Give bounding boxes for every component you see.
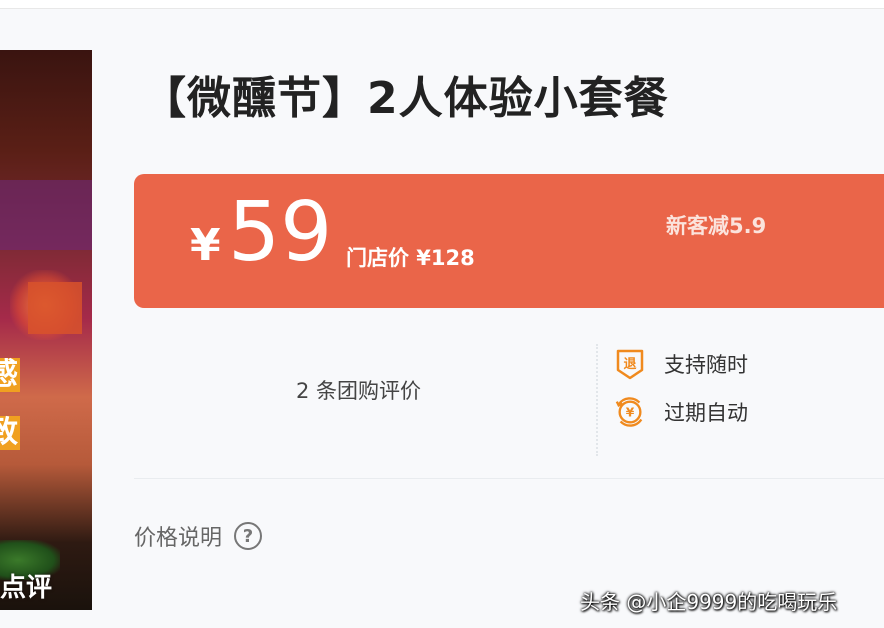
deal-price: 59 xyxy=(228,185,333,280)
refund-icon: 退 xyxy=(614,348,646,380)
price-banner: ¥ 59 门店价 ¥128 新客减5.9 xyxy=(134,174,884,308)
top-border xyxy=(0,0,884,9)
new-customer-discount: 新客减5.9 xyxy=(666,214,767,238)
price-explanation-label: 价格说明 xyxy=(134,526,223,551)
product-image[interactable]: 感 致 点评 xyxy=(0,50,92,610)
section-divider xyxy=(134,478,884,479)
deal-title: 【微醺节】2人体验小套餐 xyxy=(142,73,669,124)
svg-text:¥: ¥ xyxy=(626,406,635,420)
guarantee-label: 过期自动 xyxy=(664,401,748,425)
guarantee-refund-anytime[interactable]: 退 支持随时 xyxy=(614,346,748,382)
original-price: 门店价 ¥128 xyxy=(346,246,475,270)
svg-text:退: 退 xyxy=(623,357,636,372)
deal-page: 感 致 点评 【微醺节】2人体验小套餐 ¥ 59 门店价 ¥128 新客减5.9… xyxy=(0,0,884,628)
image-overlay-char: 致 xyxy=(0,416,20,450)
price-explanation[interactable]: 价格说明 ? xyxy=(134,520,263,552)
currency-symbol: ¥ xyxy=(190,220,221,271)
image-sign xyxy=(28,282,82,334)
guarantee-label: 支持随时 xyxy=(664,353,748,377)
help-icon[interactable]: ? xyxy=(234,522,263,550)
divider xyxy=(596,344,598,456)
source-watermark: 头条 @小企9999的吃喝玩乐 xyxy=(580,590,838,614)
review-count-link[interactable]: 2 条团购评价 xyxy=(296,375,421,405)
image-purple-band xyxy=(0,180,92,250)
image-watermark: 点评 xyxy=(0,573,53,603)
info-row: 2 条团购评价 xyxy=(134,330,884,470)
guarantee-auto-refund[interactable]: ¥ 过期自动 xyxy=(614,394,748,430)
image-overlay-char: 感 xyxy=(0,358,20,392)
yen-refund-icon: ¥ xyxy=(614,396,646,428)
